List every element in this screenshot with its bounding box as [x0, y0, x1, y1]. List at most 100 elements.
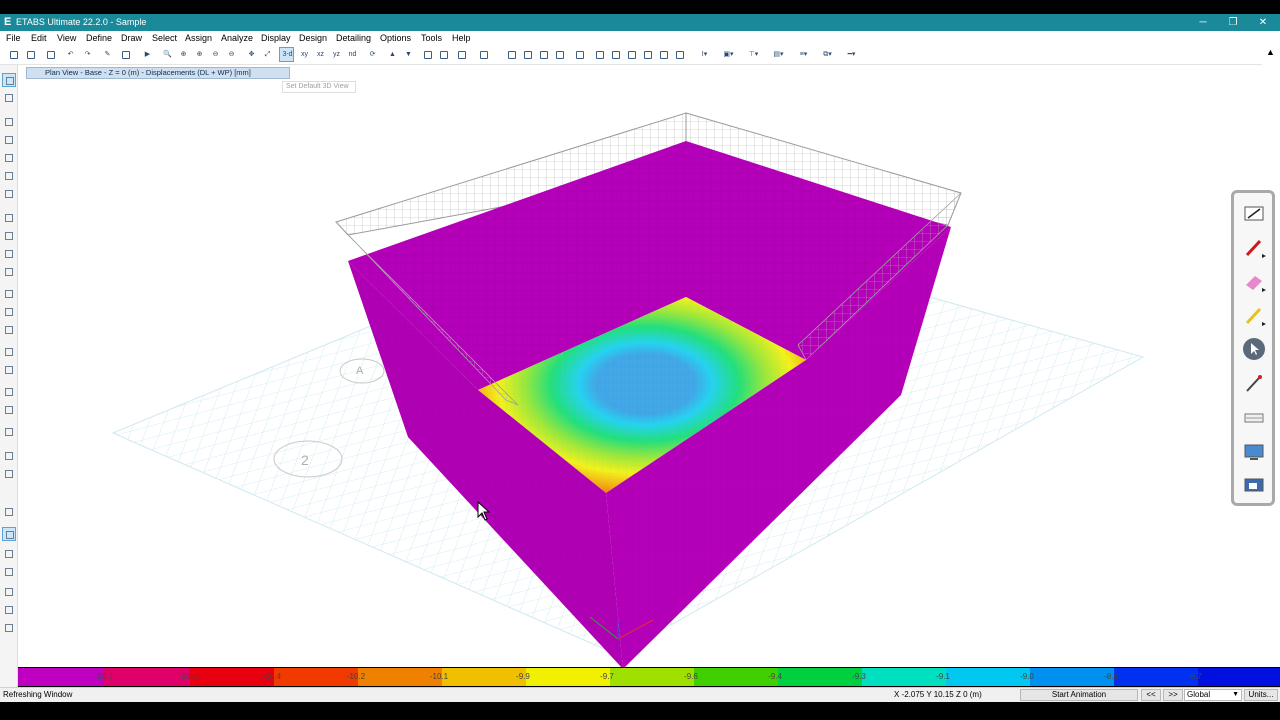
menu-file[interactable]: File: [6, 33, 21, 43]
menu-view[interactable]: View: [57, 33, 76, 43]
draw-wall-button[interactable]: [536, 47, 551, 62]
view-tab-plan[interactable]: Plan View - Base - Z = 0 (m) - Displacem…: [26, 67, 290, 79]
show-grid-button[interactable]: [640, 47, 655, 62]
draw-link-button[interactable]: [672, 47, 687, 62]
panel-dropdown-button[interactable]: ▤▾: [770, 47, 785, 62]
whiteboard-button[interactable]: [1242, 407, 1266, 429]
pan-button[interactable]: ✥: [243, 47, 258, 62]
line-style-dropdown-button[interactable]: ≡▾: [795, 47, 810, 62]
next-step-button[interactable]: >>: [1163, 689, 1183, 701]
units-button[interactable]: Units...: [1244, 689, 1278, 701]
line-weight-dropdown-button[interactable]: ━▾: [843, 47, 858, 62]
set-3d-view-button[interactable]: 3-d: [279, 47, 294, 62]
highlighter-button[interactable]: [1242, 305, 1266, 327]
save-button[interactable]: [43, 47, 58, 62]
menu-define[interactable]: Define: [86, 33, 112, 43]
draw-column-button[interactable]: [552, 47, 567, 62]
draw-section-cut-button[interactable]: [2, 425, 16, 439]
zoom-out-button[interactable]: ⊖: [207, 47, 222, 62]
reshape-button[interactable]: [2, 91, 16, 105]
assign-support-button[interactable]: [608, 47, 623, 62]
run-analysis-button[interactable]: ▶: [139, 47, 154, 62]
show-undeformed-button[interactable]: [454, 47, 469, 62]
draw-joint-button[interactable]: [2, 115, 16, 129]
model-viewport[interactable]: A 2 Plan View - Base - Z = 0 (m) - Displ…: [18, 65, 1280, 667]
edit-pencil-button[interactable]: ✎: [99, 47, 114, 62]
area-dropdown-button[interactable]: ▣▾: [720, 47, 735, 62]
select-previous-button[interactable]: [2, 467, 16, 481]
rotate-3d-view-button[interactable]: ⟳: [364, 47, 379, 62]
zoom-window-button[interactable]: 🔍: [159, 47, 174, 62]
zoom-full-button[interactable]: ⊕: [175, 47, 190, 62]
draw-reference-button[interactable]: [2, 403, 16, 417]
scroll-up-icon[interactable]: ▲: [1266, 47, 1275, 57]
previous-step-button[interactable]: <<: [1141, 689, 1161, 701]
cursor-pointer-button[interactable]: [1242, 337, 1266, 360]
menu-tools[interactable]: Tools: [421, 33, 442, 43]
rubber-band-zoom-button[interactable]: ⤢: [259, 47, 274, 62]
show-tables-button[interactable]: [504, 47, 519, 62]
set-nd-view-button[interactable]: nd: [344, 47, 359, 62]
eraser-button[interactable]: [1242, 271, 1266, 293]
move-down-button[interactable]: ▼: [400, 47, 415, 62]
open-button[interactable]: [23, 47, 38, 62]
snap-line-button[interactable]: [2, 565, 16, 579]
snap-button[interactable]: [2, 505, 16, 519]
select-all-button[interactable]: [2, 449, 16, 463]
snap-point-button[interactable]: [2, 547, 16, 561]
set-yz-view-button[interactable]: yz: [328, 47, 343, 62]
restore-button[interactable]: ❐: [1218, 14, 1248, 31]
draw-frame-button[interactable]: [520, 47, 535, 62]
draw-brace-button[interactable]: [656, 47, 671, 62]
draw-slab-button[interactable]: [624, 47, 639, 62]
snap-intersection-button[interactable]: [2, 585, 16, 599]
undo-button[interactable]: ↶: [62, 47, 77, 62]
show-deformed-button[interactable]: [476, 47, 491, 62]
draw-tool-button[interactable]: [1242, 203, 1266, 225]
new-model-button[interactable]: [6, 47, 21, 62]
menu-assign[interactable]: Assign: [185, 33, 212, 43]
menu-display[interactable]: Display: [261, 33, 291, 43]
view-options-dropdown-button[interactable]: ⧉▾: [819, 47, 834, 62]
laser-pointer-button[interactable]: [1242, 373, 1266, 395]
menu-select[interactable]: Select: [152, 33, 177, 43]
move-up-button[interactable]: ▲: [384, 47, 399, 62]
minimize-button[interactable]: ─: [1188, 14, 1218, 31]
section-dropdown-button[interactable]: I▾: [696, 47, 711, 62]
menu-detailing[interactable]: Detailing: [336, 33, 371, 43]
menu-analyze[interactable]: Analyze: [221, 33, 253, 43]
menu-help[interactable]: Help: [452, 33, 471, 43]
menu-options[interactable]: Options: [380, 33, 411, 43]
draw-wall-stack-button[interactable]: [2, 305, 16, 319]
snap-settings-button[interactable]: [2, 621, 16, 635]
screen-share-button[interactable]: [1242, 475, 1266, 497]
set-xz-view-button[interactable]: xz: [312, 47, 327, 62]
snap-perpendicular-button[interactable]: [2, 603, 16, 617]
draw-circle-button[interactable]: [2, 265, 16, 279]
draw-wall-opening-button[interactable]: [2, 323, 16, 337]
start-animation-button[interactable]: Start Animation: [1020, 689, 1138, 701]
draw-beam-button[interactable]: [572, 47, 587, 62]
menu-edit[interactable]: Edit: [31, 33, 47, 43]
draw-link-left-button[interactable]: [2, 345, 16, 359]
lock-model-button[interactable]: [118, 47, 133, 62]
redo-button[interactable]: ↷: [79, 47, 94, 62]
draw-column-left-button[interactable]: [2, 151, 16, 165]
red-pen-button[interactable]: [1242, 237, 1266, 259]
snap-grid-button[interactable]: [2, 527, 16, 541]
zoom-in-button[interactable]: ⊕: [191, 47, 206, 62]
draw-line-button[interactable]: [2, 133, 16, 147]
set-display-options-button[interactable]: [436, 47, 451, 62]
zoom-previous-button[interactable]: ⊖: [223, 47, 238, 62]
menu-draw[interactable]: Draw: [121, 33, 142, 43]
draw-rect-floor-button[interactable]: [2, 229, 16, 243]
assign-load-button[interactable]: [592, 47, 607, 62]
close-button[interactable]: ✕: [1248, 14, 1278, 31]
coord-system-select[interactable]: Global ▼: [1184, 689, 1242, 701]
draw-dimension-button[interactable]: [2, 385, 16, 399]
draw-beam-left-button[interactable]: [2, 169, 16, 183]
draw-floor-button[interactable]: [2, 211, 16, 225]
object-shrink-button[interactable]: [420, 47, 435, 62]
draw-opening-button[interactable]: [2, 247, 16, 261]
draw-wall-left-button[interactable]: [2, 287, 16, 301]
